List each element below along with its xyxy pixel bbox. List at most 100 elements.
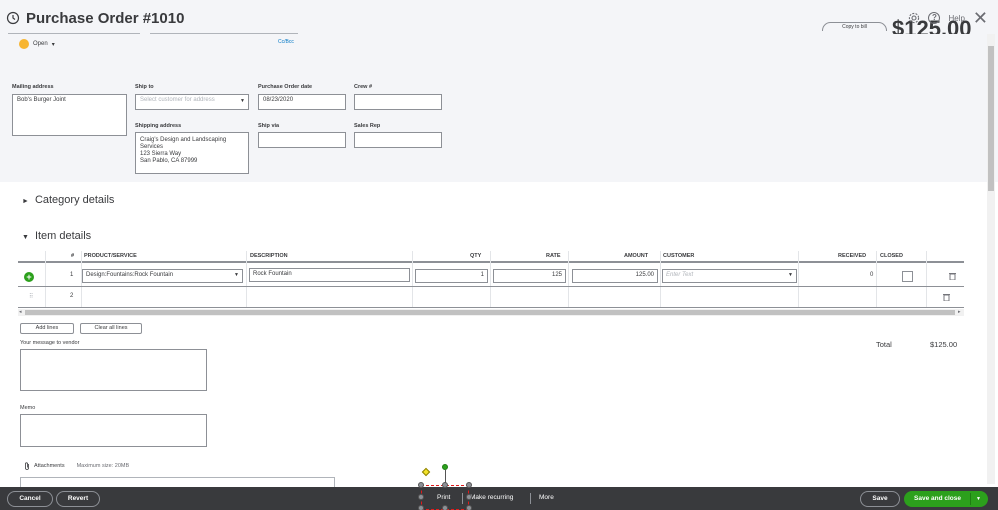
row-number: 2: [70, 293, 74, 299]
close-icon[interactable]: ✕: [973, 9, 988, 27]
trash-icon[interactable]: [943, 293, 950, 301]
drag-handle-icon[interactable]: ⠿: [29, 293, 33, 300]
product-value: Design:Fountains:Rock Fountain: [86, 272, 174, 278]
memo-label: Memo: [20, 405, 36, 411]
mailing-address-label: Mailing address: [12, 84, 54, 90]
chevron-down-icon: ▼: [240, 98, 245, 104]
resize-handle[interactable]: [418, 505, 424, 510]
col-amount: AMOUNT: [624, 253, 649, 259]
table-row[interactable]: [18, 287, 964, 308]
sales-rep-input[interactable]: [354, 132, 442, 148]
copy-to-bill-button[interactable]: Copy to bill: [822, 22, 887, 31]
add-lines-button[interactable]: Add lines: [20, 323, 74, 334]
resize-handle[interactable]: [466, 482, 472, 488]
shipping-address-field[interactable]: Craig's Design and Landscaping Services …: [135, 132, 249, 174]
memo-textarea[interactable]: [20, 414, 207, 447]
closed-checkbox[interactable]: [902, 271, 913, 282]
item-details-label: Item details: [34, 230, 92, 242]
more-button[interactable]: More: [539, 494, 554, 501]
col-rate: RATE: [546, 253, 561, 259]
divider: [150, 33, 298, 34]
resize-handle[interactable]: [418, 494, 424, 500]
product-service-select[interactable]: Design:Fountains:Rock Fountain ▼: [82, 269, 243, 283]
page-title: Purchase Order #1010: [26, 10, 185, 27]
qty-input[interactable]: 1: [415, 269, 488, 283]
ship-via-label: Ship via: [258, 123, 280, 129]
scrollbar-thumb[interactable]: [988, 46, 994, 191]
divider: [530, 493, 531, 504]
rate-input[interactable]: 125: [493, 269, 566, 283]
ship-to-label: Ship to: [135, 84, 154, 90]
col-product: PRODUCT/SERVICE: [84, 253, 137, 259]
cc-bcc-link[interactable]: Cc/Bcc: [278, 39, 294, 45]
resize-handle[interactable]: [466, 494, 472, 500]
crew-input[interactable]: [354, 94, 442, 110]
gear-icon[interactable]: [908, 12, 920, 24]
mailing-address-field[interactable]: Bob's Burger Joint: [12, 94, 127, 136]
selection-diamond-handle[interactable]: [421, 467, 431, 477]
caret-right-icon: ►: [22, 198, 29, 205]
header-panel: Purchase Order #1010 Open ▾ Cc/Bcc Copy …: [0, 0, 998, 182]
po-date-input[interactable]: 08/23/2020: [258, 94, 346, 110]
message-label: Your message to vendor: [20, 340, 80, 346]
attachments-row: Attachments Maximum size: 20MB: [24, 462, 129, 470]
amount-input[interactable]: 125.00: [572, 269, 658, 283]
col-description: DESCRIPTION: [250, 253, 288, 259]
trash-icon[interactable]: [949, 272, 956, 280]
row-number: 1: [70, 272, 74, 278]
chevron-down-icon: ▾: [51, 41, 55, 48]
scroll-right-icon[interactable]: ▸: [958, 309, 961, 315]
chevron-down-icon: ▼: [788, 272, 793, 278]
footer-bar: Cancel Revert Print Make recurring More …: [0, 487, 998, 510]
cancel-button[interactable]: Cancel: [7, 491, 53, 507]
purchase-order-page: Purchase Order #1010 Open ▾ Cc/Bcc Copy …: [0, 0, 998, 510]
add-row-icon[interactable]: +: [24, 272, 34, 282]
help-link[interactable]: Help: [948, 14, 964, 23]
caret-down-icon: ▼: [22, 234, 29, 241]
total-value: $125.00: [930, 340, 958, 349]
status-dropdown[interactable]: Open ▾: [19, 39, 55, 49]
customer-placeholder: Enter Text: [666, 272, 694, 278]
address-line: 123 Sierra Way: [140, 151, 182, 157]
customer-select[interactable]: Enter Text ▼: [662, 269, 797, 283]
address-line: Craig's Design and Landscaping: [140, 137, 227, 143]
col-num: #: [71, 253, 75, 259]
scrollbar-thumb[interactable]: [25, 310, 955, 315]
ship-via-input[interactable]: [258, 132, 346, 148]
clear-all-lines-button[interactable]: Clear all lines: [80, 323, 142, 334]
crew-label: Crew #: [354, 84, 373, 90]
col-closed: CLOSED: [880, 253, 903, 259]
status-dot-icon: [19, 39, 29, 49]
history-icon[interactable]: [6, 11, 20, 25]
save-button[interactable]: Save: [860, 491, 900, 507]
scroll-left-icon[interactable]: ◂: [19, 309, 22, 315]
category-details-toggle[interactable]: ► Category details: [22, 194, 114, 206]
help-icon[interactable]: ?: [928, 12, 941, 24]
description-input[interactable]: Rock Fountain: [249, 268, 410, 282]
message-textarea[interactable]: [20, 349, 207, 391]
paperclip-icon: [25, 462, 29, 470]
attachments-label: Attachments: [34, 463, 65, 469]
received-value: 0: [870, 272, 874, 278]
vertical-scrollbar[interactable]: [987, 34, 995, 484]
category-details-label: Category details: [34, 194, 115, 206]
ship-to-placeholder: Select customer for address: [140, 97, 215, 103]
attachments-max-size: Maximum size: 20MB: [76, 463, 130, 469]
item-table-header: # PRODUCT/SERVICE DESCRIPTION QTY RATE A…: [18, 251, 964, 263]
sales-rep-label: Sales Rep: [354, 123, 381, 129]
revert-button[interactable]: Revert: [56, 491, 100, 507]
chevron-down-icon: ▼: [234, 272, 239, 278]
chevron-down-icon[interactable]: ▼: [976, 491, 981, 507]
resize-handle[interactable]: [466, 505, 472, 510]
item-details-toggle[interactable]: ▼ Item details: [22, 230, 91, 242]
resize-handle[interactable]: [442, 505, 448, 510]
divider: [970, 493, 971, 505]
col-qty: QTY: [470, 253, 482, 259]
resize-handle[interactable]: [418, 482, 424, 488]
horizontal-scrollbar[interactable]: ◂ ▸: [18, 309, 964, 316]
ship-to-select[interactable]: Select customer for address ▼: [135, 94, 249, 110]
address-line: Services: [140, 144, 164, 150]
save-and-close-button[interactable]: Save and close ▼: [904, 491, 988, 507]
resize-handle[interactable]: [442, 482, 448, 488]
make-recurring-button[interactable]: Make recurring: [470, 494, 513, 501]
